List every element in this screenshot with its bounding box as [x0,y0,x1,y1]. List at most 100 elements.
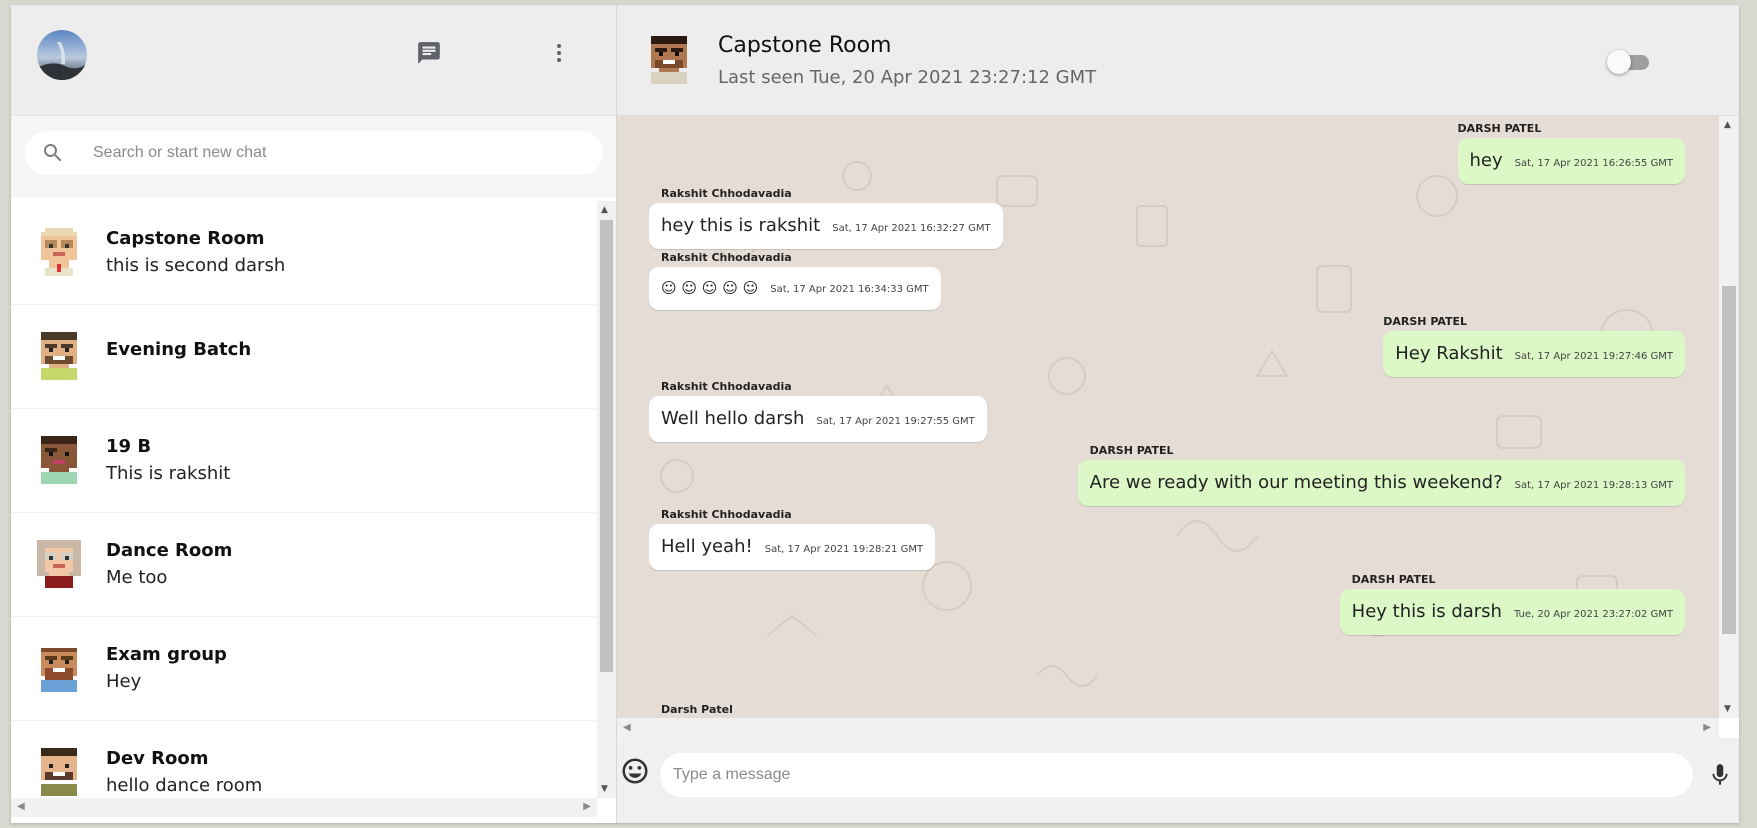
scroll-left-arrow-icon[interactable]: ◀ [17,801,25,812]
chat-list: Capstone Room this is second darsh Eveni… [11,201,596,798]
message-out: DARSH PATEL Are we ready with our meetin… [1077,444,1685,506]
message-out: DARSH PATEL Hey Rakshit Sat, 17 Apr 2021… [1383,315,1685,377]
message-bubble[interactable]: Hey Rakshit Sat, 17 Apr 2021 19:27:46 GM… [1383,331,1685,377]
sidebar-header [11,5,616,116]
sidebar: Capstone Room this is second darsh [11,5,617,823]
message-scrollbar[interactable]: ▲ ▼ [1719,116,1739,718]
chat-item-exam-group[interactable]: Exam group Hey [11,617,596,721]
chat-item-capstone-room[interactable]: Capstone Room this is second darsh [11,201,596,305]
message-bubble[interactable]: Are we ready with our meeting this weeke… [1077,460,1685,506]
search-input[interactable] [93,131,573,175]
message-composer [617,738,1739,823]
chat-name: 19 B [106,436,152,457]
message-bubble[interactable]: Well hello darsh Sat, 17 Apr 2021 19:27:… [649,396,987,442]
sender-name: DARSH PATEL [1089,444,1174,457]
sender-name: Rakshit Chhodavadia [661,380,792,393]
room-avatar[interactable] [647,35,691,85]
emoji-icon[interactable] [620,756,650,790]
conversation-panel: Capstone Room Last seen Tue, 20 Apr 2021… [617,5,1739,823]
chat-list-hscrollbar[interactable]: ◀ ▶ [11,798,597,817]
scrollbar-thumb[interactable] [1722,286,1736,634]
message-in: Rakshit Chhodavadia Well hello darsh Sat… [649,380,987,442]
scroll-down-arrow-icon[interactable]: ▼ [601,784,608,794]
chat-name: Dev Room [106,748,209,769]
message-out: DARSH PATEL hey Sat, 17 Apr 2021 16:26:5… [1457,122,1685,184]
chat-item-dev-room[interactable]: Dev Room hello dance room [11,721,596,798]
sender-name: Rakshit Chhodavadia [661,187,792,200]
chat-last-message: Me too [106,567,168,588]
last-seen-status: Last seen Tue, 20 Apr 2021 23:27:12 GMT [718,67,1097,88]
search-area [11,116,616,198]
avatar [37,227,81,277]
message-bubble[interactable]: Hell yeah! Sat, 17 Apr 2021 19:28:21 GMT [649,524,936,570]
message-in: Rakshit Chhodavadia ☺ ☺ ☺ ☺ ☺ Sat, 17 Ap… [649,251,941,310]
more-vert-icon[interactable] [544,38,574,68]
search-box [25,131,603,175]
message-input[interactable] [660,753,1693,797]
toggle-knob [1607,50,1631,74]
scroll-up-arrow-icon[interactable]: ▲ [1724,120,1731,130]
message-time: Tue, 20 Apr 2021 23:27:02 GMT [1513,609,1673,620]
message-text: hey [1469,150,1503,171]
scroll-up-arrow-icon[interactable]: ▲ [601,205,608,215]
new-chat-icon[interactable] [414,38,444,68]
chat-last-message: this is second darsh [106,255,286,276]
theme-toggle[interactable] [1607,50,1649,74]
search-icon [41,141,65,169]
message-hscrollbar[interactable]: ◀ ▶ [617,718,1719,738]
scroll-left-arrow-icon[interactable]: ◀ [623,722,631,733]
chat-name: Dance Room [106,540,233,561]
message-bubble[interactable]: Hey this is darsh Tue, 20 Apr 2021 23:27… [1339,589,1685,635]
message-time: Sat, 17 Apr 2021 16:26:55 GMT [1514,158,1673,169]
sender-name: Rakshit Chhodavadia [661,251,792,264]
avatar [37,331,81,381]
message-text: ☺ ☺ ☺ ☺ ☺ [661,279,759,297]
avatar [37,435,81,485]
message-text: Well hello darsh [661,408,805,429]
message-bubble[interactable]: ☺ ☺ ☺ ☺ ☺ Sat, 17 Apr 2021 16:34:33 GMT [649,267,941,310]
avatar [37,643,81,693]
chat-last-message: hello dance room [106,775,263,796]
message-out: DARSH PATEL Hey this is darsh Tue, 20 Ap… [1339,573,1685,635]
sender-name: DARSH PATEL [1383,315,1468,328]
scroll-down-arrow-icon[interactable]: ▼ [1724,704,1731,714]
message-text: Are we ready with our meeting this weeke… [1089,472,1503,493]
mic-icon[interactable] [1707,762,1733,792]
message-bubble[interactable]: hey this is rakshit Sat, 17 Apr 2021 16:… [649,203,1003,249]
message-text: Hey Rakshit [1395,343,1503,364]
scroll-right-arrow-icon[interactable]: ▶ [583,801,591,812]
conversation-title: Capstone Room [718,33,892,58]
message-in: Darsh Patel [649,703,733,716]
message-in: Rakshit Chhodavadia Hell yeah! Sat, 17 A… [649,508,936,570]
chat-last-message: Hey [106,671,142,692]
sender-name: Darsh Patel [661,703,733,716]
chat-item-19-b[interactable]: 19 B This is rakshit [11,409,596,513]
chat-item-evening-batch[interactable]: Evening Batch [11,305,596,409]
chat-item-dance-room[interactable]: Dance Room Me too [11,513,596,617]
profile-avatar[interactable] [37,30,87,80]
scroll-right-arrow-icon[interactable]: ▶ [1703,722,1711,733]
message-time: Sat, 17 Apr 2021 16:34:33 GMT [770,284,929,295]
message-text: Hey this is darsh [1351,601,1502,622]
sender-name: Rakshit Chhodavadia [661,508,792,521]
message-time: Sat, 17 Apr 2021 19:28:13 GMT [1514,480,1673,491]
message-time: Sat, 17 Apr 2021 16:32:27 GMT [832,223,991,234]
sender-name: DARSH PATEL [1351,573,1436,586]
message-time: Sat, 17 Apr 2021 19:27:55 GMT [816,416,975,427]
chat-last-message: This is rakshit [106,463,231,484]
sender-name: DARSH PATEL [1457,122,1542,135]
chat-name: Evening Batch [106,339,252,360]
chat-list-scrollbar[interactable]: ▲ ▼ [597,201,616,798]
app-window: Capstone Room this is second darsh [11,5,1739,823]
message-time: Sat, 17 Apr 2021 19:28:21 GMT [764,544,924,555]
avatar [37,539,81,589]
scrollbar-thumb[interactable] [600,220,613,672]
message-bubble[interactable]: hey Sat, 17 Apr 2021 16:26:55 GMT [1457,138,1685,184]
conversation-header: Capstone Room Last seen Tue, 20 Apr 2021… [617,5,1739,116]
message-text: Hell yeah! [661,536,753,557]
avatar [37,747,81,797]
message-text: hey this is rakshit [661,215,821,236]
message-area: DARSH PATEL hey Sat, 17 Apr 2021 16:26:5… [617,116,1719,718]
message-in: Rakshit Chhodavadia hey this is rakshit … [649,187,1003,249]
message-time: Sat, 17 Apr 2021 19:27:46 GMT [1514,351,1673,362]
